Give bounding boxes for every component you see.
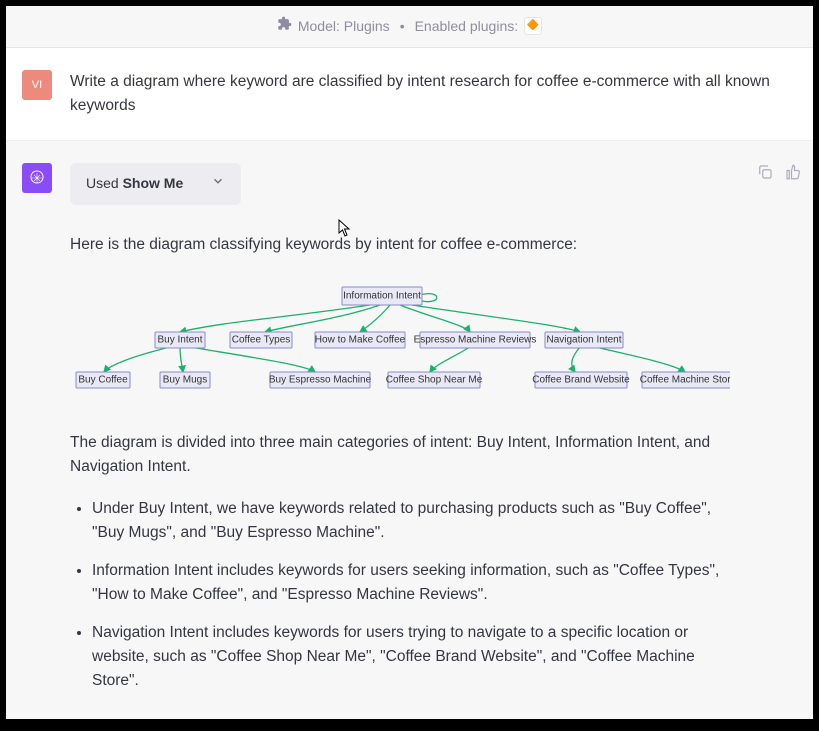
assistant-message-row: Used Show Me Here is the diagram classif…	[6, 141, 813, 719]
puzzle-icon	[277, 16, 292, 35]
node-l1-1: Coffee Types	[232, 334, 291, 345]
node-l1-2: How to Make Coffee	[315, 334, 406, 345]
enabled-plugins-label: Enabled plugins:	[415, 18, 519, 34]
assistant-content: Used Show Me Here is the diagram classif…	[70, 163, 730, 707]
diagram: Information Intent Buy Intent Coffee Typ…	[70, 277, 730, 407]
node-l2r-0: Coffee Brand Website	[532, 374, 630, 385]
bullet-1: Information Intent includes keywords for…	[92, 559, 730, 607]
user-avatar: VI	[22, 70, 52, 100]
assistant-avatar	[22, 163, 52, 193]
node-l1-0: Buy Intent	[157, 334, 202, 345]
node-l2l-0: Buy Coffee	[78, 374, 128, 385]
plugin-used-chip[interactable]: Used Show Me	[70, 163, 241, 205]
node-l2m-0: Coffee Shop Near Me	[386, 374, 483, 385]
plugin-chip-icon[interactable]: 🔶	[524, 17, 542, 35]
plugin-used-name: Show Me	[123, 175, 184, 191]
node-l1-3: Espresso Machine Reviews	[414, 334, 537, 345]
node-l1-4: Navigation Intent	[546, 334, 621, 345]
user-message-text: Write a diagram where keyword are classi…	[70, 70, 797, 118]
thumbs-down-icon[interactable]	[812, 163, 813, 181]
copy-icon[interactable]	[756, 163, 774, 181]
node-l2l-2: Buy Espresso Machine	[269, 374, 372, 385]
assistant-bullets: Under Buy Intent, we have keywords relat…	[80, 497, 730, 693]
node-l2l-1: Buy Mugs	[163, 374, 207, 385]
node-root: Information Intent	[343, 290, 421, 301]
model-label: Model: Plugins	[298, 18, 390, 34]
assistant-summary: The diagram is divided into three main c…	[70, 431, 730, 479]
thumbs-up-icon[interactable]	[784, 163, 802, 181]
node-l2r-1: Coffee Machine Store	[640, 374, 730, 385]
assistant-intro: Here is the diagram classifying keywords…	[70, 233, 730, 257]
bullet-2: Navigation Intent includes keywords for …	[92, 621, 730, 693]
dot-sep: •	[400, 18, 405, 34]
user-message-row: VI Write a diagram where keyword are cla…	[6, 48, 813, 141]
message-actions	[756, 163, 813, 707]
model-header: Model: Plugins • Enabled plugins: 🔶	[6, 6, 813, 48]
plugin-used-prefix: Used	[86, 175, 123, 191]
chevron-down-icon	[211, 173, 225, 195]
bullet-0: Under Buy Intent, we have keywords relat…	[92, 497, 730, 545]
